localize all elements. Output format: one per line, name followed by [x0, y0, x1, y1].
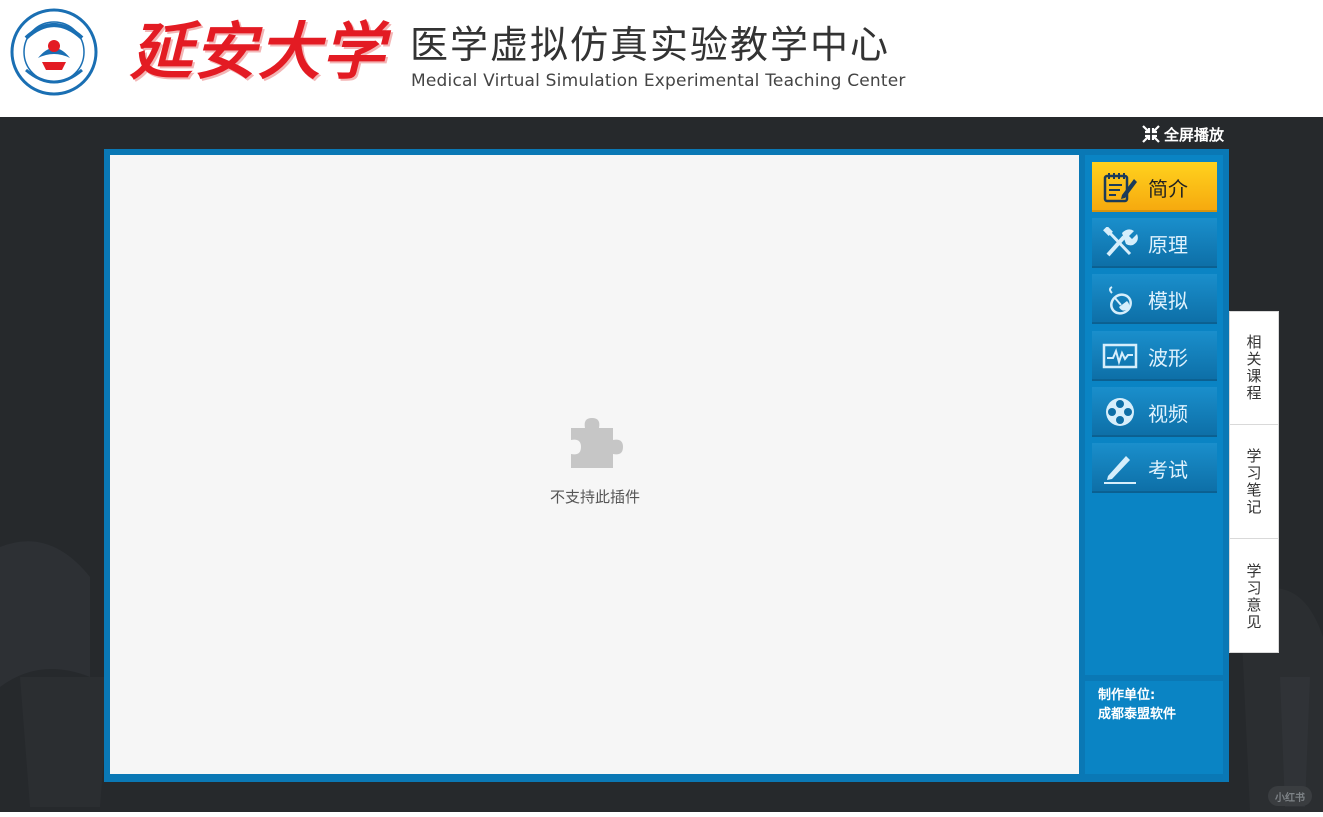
footer-strip [0, 812, 1323, 817]
center-title: 医学虚拟仿真实验教学中心 [410, 23, 891, 67]
menu-item-video[interactable]: 视频 [1092, 387, 1217, 437]
menu-item-label: 视频 [1148, 401, 1188, 426]
menu-item-label: 简介 [1148, 176, 1188, 201]
menu-item-waveform[interactable]: 波形 [1092, 331, 1217, 381]
side-tab-related-courses[interactable]: 相关课程 [1230, 312, 1278, 425]
credit-value: 成都泰盟软件 [1098, 707, 1177, 722]
fullscreen-icon [1142, 125, 1160, 143]
university-seal-logo [10, 8, 98, 96]
side-tab-feedback[interactable]: 学习意见 [1230, 540, 1278, 653]
tools-icon [1102, 227, 1138, 259]
menu-item-label: 模拟 [1148, 288, 1188, 313]
side-tab-study-notes[interactable]: 学习笔记 [1230, 426, 1278, 539]
watermark: 小红书 [1268, 786, 1312, 806]
notepad-pen-icon [1102, 171, 1138, 203]
menu-item-simulation[interactable]: 模拟 [1092, 274, 1217, 324]
puzzle-piece-icon [571, 418, 623, 468]
fullscreen-label: 全屏播放 [1164, 125, 1225, 144]
university-name: 延安大学 [130, 15, 387, 88]
menu-item-principle[interactable]: 原理 [1092, 218, 1217, 268]
menu-item-label: 原理 [1148, 232, 1188, 257]
credit-label: 制作单位: [1098, 688, 1156, 703]
pencil-icon [1102, 452, 1138, 484]
plugin-unsupported-message: 不支持此插件 [549, 488, 640, 506]
menu-item-exam[interactable]: 考试 [1092, 443, 1217, 493]
film-reel-icon [1102, 396, 1138, 428]
mouse-icon [1102, 283, 1138, 315]
side-tab-label: 相关课程 [1244, 334, 1263, 402]
site-header: 延安大学 医学虚拟仿真实验教学中心 Medical Virtual Simula… [0, 0, 1323, 117]
menu-item-label: 考试 [1148, 457, 1188, 482]
side-tab-label: 学习笔记 [1244, 448, 1263, 516]
center-subtitle: Medical Virtual Simulation Experimental … [411, 71, 906, 91]
fullscreen-button[interactable]: 全屏播放 [1142, 124, 1224, 144]
menu-item-intro[interactable]: 简介 [1092, 162, 1217, 212]
side-tabs: 相关课程 学习笔记 学习意见 [1229, 311, 1279, 653]
side-tab-label: 学习意见 [1244, 562, 1263, 631]
menu-item-label: 波形 [1148, 345, 1188, 370]
waveform-icon [1102, 340, 1138, 372]
